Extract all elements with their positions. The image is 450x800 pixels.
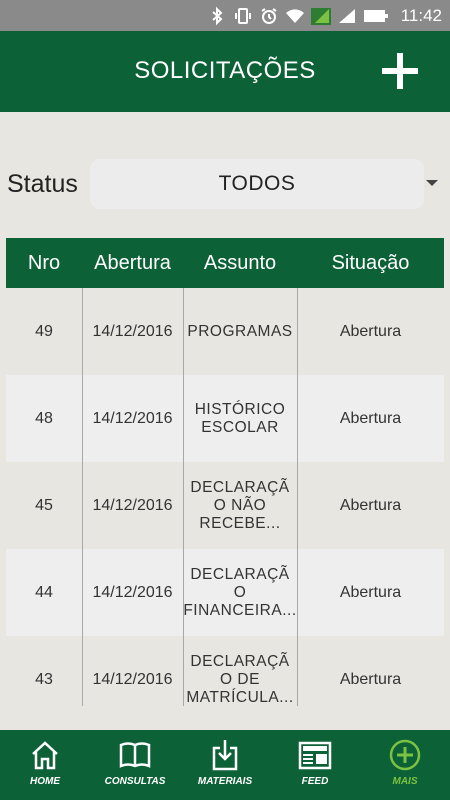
cell-assunto: HISTÓRICO ESCOLAR (183, 375, 297, 462)
alarm-icon (261, 8, 277, 24)
cell-signal-green-icon (310, 8, 331, 25)
cell-nro: 44 (35, 583, 53, 601)
table-row[interactable]: 45 14/12/2016 DECLARAÇÃ O NÃO RECEBE... Abert… (6, 462, 444, 549)
column-header-nro: Nro (27, 252, 61, 274)
book-icon (119, 742, 151, 768)
news-icon (298, 741, 332, 770)
table-row[interactable]: 48 14/12/2016 HISTÓRICO ESCOLAR Abertura (6, 375, 444, 462)
cell-nro: 49 (35, 322, 53, 340)
assunto-line: DECLARAÇÃ (190, 565, 290, 583)
nav-item-consultas[interactable]: CONSULTAS (90, 738, 180, 798)
assunto-line: DECLARAÇÃ (190, 652, 290, 670)
assunto-line: RECEBE... (199, 514, 281, 532)
column-divider (183, 288, 184, 706)
column-divider (297, 288, 298, 706)
status-filter-label: Status (7, 170, 78, 198)
cell-abertura: 14/12/2016 (92, 496, 173, 514)
nav-item-label: MAIS (392, 776, 418, 787)
cell-assunto: DECLARAÇÃ O FINANCEIRA... (183, 549, 297, 636)
column-header-situacao: Situação (331, 252, 410, 274)
cell-situacao: Abertura (339, 583, 402, 601)
nav-item-label: MATERIAIS (197, 776, 253, 787)
table-row[interactable]: 44 14/12/2016 DECLARAÇÃ O FINANCEIRA... Abert… (6, 549, 444, 636)
nav-item-label: FEED (301, 776, 329, 787)
app-bar: SOLICITAÇÕES (0, 31, 450, 112)
cell-assunto: PROGRAMAS (183, 288, 297, 375)
assunto-line: PROGRAMAS (187, 322, 293, 340)
cell-situacao: Abertura (339, 409, 402, 427)
cell-nro: 45 (35, 496, 53, 514)
status-icons: 11:42 (207, 5, 442, 27)
home-icon (32, 741, 58, 770)
cell-nro: 48 (35, 409, 53, 427)
vibrate-icon (234, 8, 251, 24)
bottom-navigation: HOME CONSULTAS MATERIAIS FEED MAIS (0, 730, 450, 800)
assunto-line: HISTÓRICO (194, 400, 286, 418)
cell-abertura: 14/12/2016 (92, 583, 173, 601)
column-divider (82, 288, 83, 706)
status-filter-select[interactable]: TODOS (90, 159, 424, 209)
cell-nro: 43 (35, 670, 53, 688)
cell-abertura: 14/12/2016 (92, 409, 173, 427)
nav-item-mais[interactable]: MAIS (360, 738, 450, 798)
assunto-line: O (233, 583, 247, 601)
table-row[interactable]: 49 14/12/2016 PROGRAMAS Abertura (6, 288, 444, 375)
table-header: Nro Abertura Assunto Situação (6, 238, 444, 288)
nav-item-label: CONSULTAS (104, 776, 166, 787)
column-header-abertura: Abertura (94, 252, 171, 274)
assunto-line: O DE (220, 670, 260, 688)
bluetooth-icon (212, 6, 223, 26)
battery-icon (363, 10, 388, 22)
system-status-bar: 11:42 (0, 0, 450, 31)
nav-item-home[interactable]: HOME (0, 738, 90, 798)
assunto-line: FINANCEIRA... (183, 601, 297, 619)
clock: 11:42 (400, 6, 442, 25)
cell-situacao: Abertura (339, 322, 402, 340)
cell-abertura: 14/12/2016 (92, 322, 173, 340)
nav-item-feed[interactable]: FEED (270, 738, 360, 798)
add-request-button[interactable] (382, 53, 418, 89)
table-row[interactable]: 43 14/12/2016 DECLARAÇÃ O DE MATRÍCULA... Abe… (6, 636, 444, 706)
cell-abertura: 14/12/2016 (92, 670, 173, 688)
assunto-line: DECLARAÇÃ (190, 478, 290, 496)
column-header-assunto: Assunto (203, 252, 277, 274)
assunto-line: MATRÍCULA... (186, 688, 294, 706)
nav-item-label: HOME (30, 776, 60, 787)
nav-item-materiais[interactable]: MATERIAIS (180, 738, 270, 798)
assunto-line: O NÃO (213, 496, 267, 514)
cell-situacao: Abertura (339, 670, 402, 688)
cell-assunto: DECLARAÇÃ O NÃO RECEBE... (183, 462, 297, 549)
cell-assunto: DECLARAÇÃ O DE MATRÍCULA... (183, 636, 297, 706)
download-icon (212, 740, 238, 771)
wifi-icon (285, 9, 304, 23)
assunto-line: ESCOLAR (201, 418, 279, 436)
requests-table: 49 14/12/2016 PROGRAMAS Abertura 48 14/12/201… (6, 288, 444, 706)
cell-situacao: Abertura (339, 496, 402, 514)
dropdown-arrow-icon[interactable] (426, 180, 438, 186)
plus-circle-icon (389, 739, 421, 771)
cell-signal-icon (338, 9, 355, 23)
